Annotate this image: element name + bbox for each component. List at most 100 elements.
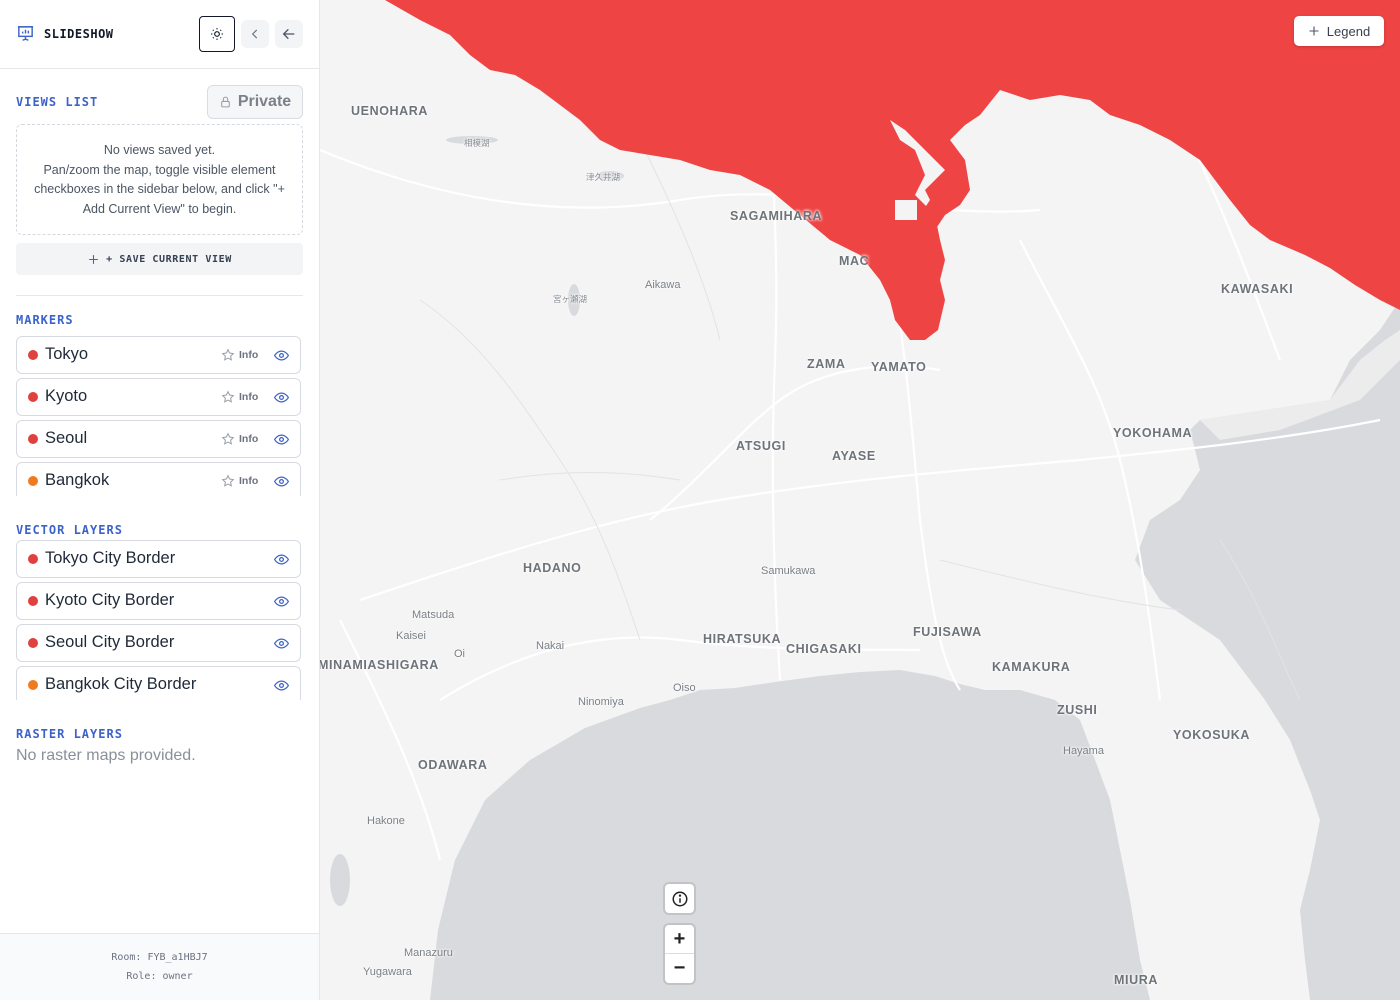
section-divider — [16, 295, 303, 296]
session-footer: Room: FYB_a1HBJ7 Role: owner — [0, 933, 319, 1000]
marker-item-seoul[interactable]: Seoul Info — [16, 420, 301, 458]
marker-info-link[interactable]: Info — [239, 433, 258, 445]
save-current-view-button[interactable]: + SAVE CURRENT VIEW — [16, 243, 303, 275]
marker-label: Seoul — [45, 429, 88, 447]
layer-label: Kyoto City Border — [45, 591, 175, 609]
plus-icon — [1309, 26, 1319, 36]
arrow-left-icon — [282, 28, 295, 40]
user-role: Role: owner — [126, 971, 193, 982]
eye-icon[interactable] — [274, 433, 289, 446]
eye-icon[interactable] — [274, 391, 289, 404]
vector-layer-item-bangkok[interactable]: Bangkok City Border — [16, 666, 301, 700]
markers-list: Tokyo Info Kyoto Info Seoul Info Bangkok… — [16, 336, 303, 496]
eye-icon[interactable] — [274, 595, 289, 608]
sidebar: SLIDESHOW VIEWS LIST Private No views sa… — [0, 0, 320, 1000]
vector-layers-list: Tokyo City Border Kyoto City Border Seou… — [16, 540, 303, 700]
place-label: ZUSHI — [1057, 703, 1098, 717]
place-label: Hayama — [1063, 745, 1104, 757]
room-id: Room: FYB_a1HBJ7 — [111, 952, 208, 963]
place-label: ODAWARA — [418, 758, 488, 772]
marker-info-link[interactable]: Info — [239, 349, 258, 361]
previous-slide-button[interactable] — [241, 20, 269, 48]
save-current-view-label: + SAVE CURRENT VIEW — [106, 253, 232, 265]
place-label: Hakone — [367, 815, 405, 827]
place-label: Aikawa — [645, 279, 681, 291]
plus-icon — [89, 254, 98, 264]
marker-label: Kyoto — [45, 387, 88, 405]
sun-icon — [211, 28, 223, 40]
place-label: HADANO — [523, 561, 582, 575]
layer-label: Bangkok City Border — [45, 675, 197, 693]
eye-icon[interactable] — [274, 679, 289, 692]
place-label: CHIGASAKI — [786, 642, 862, 656]
views-empty-title: No views saved yet. — [103, 143, 216, 157]
map-canvas[interactable]: UENOHARA 相模湖 津久井湖 宮ヶ瀬湖 SAGAMIHARA MAC Ai… — [320, 0, 1400, 1000]
zoom-out-button[interactable]: − — [665, 954, 694, 983]
place-label: Kaisei — [396, 630, 426, 642]
place-label: UENOHARA — [351, 104, 429, 118]
legend-label: Legend — [1326, 23, 1371, 39]
marker-item-bangkok[interactable]: Bangkok Info — [16, 462, 301, 496]
marker-info-link[interactable]: Info — [239, 391, 258, 403]
marker-color-dot — [28, 350, 38, 360]
zoom-in-button[interactable]: + — [665, 925, 694, 954]
place-label: MIURA — [1114, 973, 1158, 987]
lock-icon — [220, 96, 230, 108]
place-label: AYASE — [832, 449, 876, 463]
layer-color-dot — [28, 596, 38, 606]
place-label: FUJISAWA — [913, 625, 982, 639]
star-icon[interactable] — [221, 474, 235, 488]
sidebar-header: SLIDESHOW — [0, 0, 319, 69]
place-label: Oiso — [673, 682, 696, 694]
chevron-left-icon — [251, 29, 258, 39]
place-label: ATSUGI — [736, 439, 786, 453]
eye-icon[interactable] — [274, 475, 289, 488]
vector-layer-item-seoul[interactable]: Seoul City Border — [16, 624, 301, 662]
marker-color-dot — [28, 434, 38, 444]
place-label: Yugawara — [363, 966, 412, 978]
marker-item-tokyo[interactable]: Tokyo Info — [16, 336, 301, 374]
place-label: Matsuda — [412, 609, 455, 621]
place-label: 津久井湖 — [586, 172, 621, 182]
marker-info-link[interactable]: Info — [239, 475, 258, 487]
star-icon[interactable] — [221, 390, 235, 404]
marker-item-kyoto[interactable]: Kyoto Info — [16, 378, 301, 416]
layer-color-dot — [28, 554, 38, 564]
raster-empty-message: No raster maps provided. — [16, 747, 196, 764]
basemap — [320, 0, 1400, 1000]
legend-button[interactable]: Legend — [1294, 16, 1384, 46]
star-icon[interactable] — [221, 348, 235, 362]
layer-label: Tokyo City Border — [45, 549, 176, 567]
eye-icon[interactable] — [274, 637, 289, 650]
layer-color-dot — [28, 680, 38, 690]
star-icon[interactable] — [221, 432, 235, 446]
place-label: HIRATSUKA — [703, 632, 782, 646]
place-label: MINAMIASHIGARA — [320, 658, 439, 672]
place-label: YAMATO — [871, 360, 927, 374]
raster-layers-heading: RASTER LAYERS — [16, 727, 123, 741]
place-label: SAGAMIHARA — [730, 209, 823, 223]
eye-icon[interactable] — [274, 349, 289, 362]
privacy-toggle-button[interactable]: Private — [207, 85, 303, 119]
attribution-button[interactable] — [665, 884, 694, 913]
vector-layer-item-tokyo[interactable]: Tokyo City Border — [16, 540, 301, 578]
presentation-icon — [17, 26, 34, 41]
zoom-control: + − — [665, 925, 694, 983]
lake-ashinoko — [330, 854, 350, 906]
place-label: Samukawa — [761, 565, 816, 577]
tokyo-border-notch — [895, 200, 917, 220]
place-label: ZAMA — [807, 357, 846, 371]
privacy-label: Private — [237, 93, 292, 110]
collapse-sidebar-button[interactable] — [275, 20, 303, 48]
marker-label: Tokyo — [45, 345, 89, 363]
place-label: YOKOHAMA — [1113, 426, 1193, 440]
eye-icon[interactable] — [274, 553, 289, 566]
place-label: Nakai — [536, 640, 565, 652]
theme-toggle-button[interactable] — [199, 16, 235, 52]
layer-color-dot — [28, 638, 38, 648]
place-label: MAC — [839, 254, 870, 268]
place-label: Manazuru — [404, 947, 453, 959]
place-label: 相模湖 — [464, 138, 490, 148]
vector-layer-item-kyoto[interactable]: Kyoto City Border — [16, 582, 301, 620]
place-label: Ninomiya — [578, 696, 624, 708]
